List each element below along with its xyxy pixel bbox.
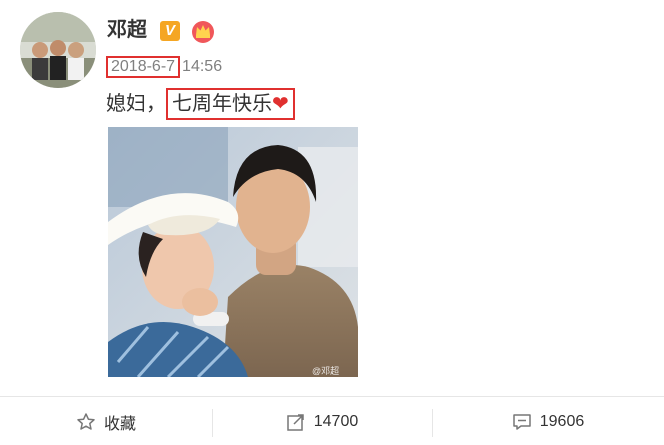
avatar[interactable] <box>20 12 96 88</box>
favorite-button[interactable]: 收藏 <box>0 397 212 445</box>
favorite-label: 收藏 <box>103 415 136 433</box>
action-bar: 收藏 14700 19606 <box>0 396 664 445</box>
post-photo[interactable] <box>108 127 358 377</box>
post-text: 媳妇， 七周年快乐❤ <box>106 88 295 120</box>
comment-icon <box>512 412 532 432</box>
crown-icon <box>190 18 216 44</box>
share-icon <box>286 412 306 432</box>
post-text-main: 七周年快乐 <box>172 93 272 115</box>
repost-button[interactable]: 14700 <box>212 397 432 445</box>
post-date: 2018-6-7 <box>106 56 181 78</box>
weibo-post: 邓超 V 2018-6-7 14:56 媳妇， 七周年快乐❤ @邓超 收藏 14… <box>0 0 664 445</box>
verified-badge-icon: V <box>160 21 180 41</box>
heart-icon: ❤ <box>272 93 289 115</box>
comment-count: 19606 <box>539 412 585 430</box>
post-timestamp[interactable]: 2018-6-7 14:56 <box>106 56 222 78</box>
comment-button[interactable]: 19606 <box>432 397 664 445</box>
username[interactable]: 邓超 <box>107 16 147 44</box>
photo-watermark: @邓超 <box>312 366 340 376</box>
star-icon <box>76 412 96 432</box>
post-time: 14:56 <box>182 58 223 75</box>
repost-count: 14700 <box>313 412 359 430</box>
post-text-highlight: 七周年快乐❤ <box>166 88 295 120</box>
post-text-prefix: 媳妇， <box>106 93 166 115</box>
